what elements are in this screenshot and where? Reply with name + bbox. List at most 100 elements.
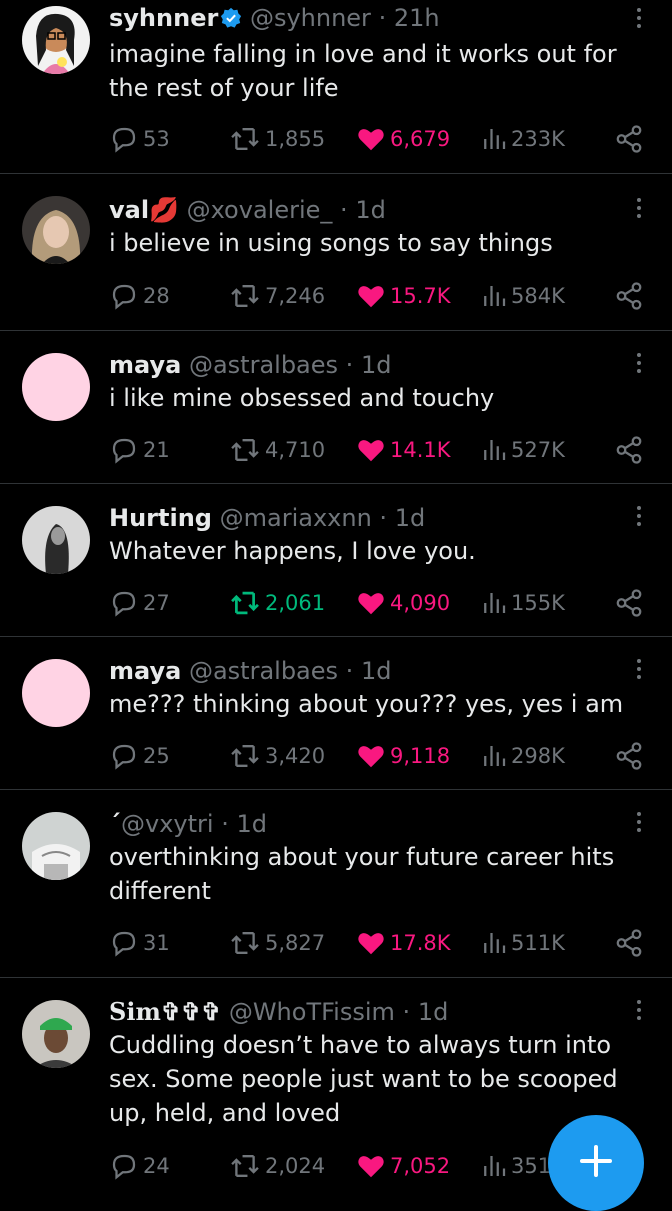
tweet-text: imagine falling in love and it works out… — [109, 40, 617, 102]
compose-button[interactable] — [548, 1115, 644, 1211]
tweet[interactable]: val💋 @xovalerie_ · 1d i believe in using… — [0, 174, 672, 331]
views-count: 233K — [511, 127, 565, 151]
like-button[interactable]: 15.7K — [356, 279, 451, 313]
repost-count: 4,710 — [265, 438, 326, 462]
share-button[interactable] — [614, 433, 644, 467]
like-count: 4,090 — [390, 591, 451, 615]
repost-button[interactable]: 7,246 — [229, 279, 325, 313]
repost-button[interactable]: 1,855 — [229, 122, 325, 156]
tweet-actions: 25 3,420 9,118 298K — [109, 739, 644, 773]
handle[interactable]: @astralbaes — [189, 351, 338, 379]
reply-icon — [109, 1151, 139, 1181]
tweet[interactable]: syhnner @syhnner · 21h imagine falling i… — [0, 0, 672, 174]
display-name[interactable]: maya — [109, 351, 181, 379]
like-button[interactable]: 7,052 — [356, 1149, 450, 1183]
repost-button[interactable]: 5,827 — [229, 926, 325, 960]
repost-button[interactable]: 2,024 — [229, 1149, 325, 1183]
tweet[interactable]: ˊ@vxytri · 1d overthinking about your fu… — [0, 790, 672, 978]
avatar[interactable] — [22, 196, 90, 264]
views-button[interactable]: 527K — [481, 433, 565, 467]
views-button[interactable]: 584K — [481, 279, 565, 313]
timestamp[interactable]: 1d — [361, 657, 392, 685]
more-icon[interactable] — [634, 1000, 644, 1020]
views-button[interactable]: 351 — [481, 1149, 551, 1183]
share-button[interactable] — [614, 122, 644, 156]
heart-icon — [356, 741, 386, 771]
more-icon[interactable] — [634, 506, 644, 526]
reply-button[interactable]: 21 — [109, 433, 170, 467]
timestamp[interactable]: 1d — [418, 998, 449, 1026]
like-button[interactable]: 4,090 — [356, 586, 450, 620]
reply-button[interactable]: 53 — [109, 122, 170, 156]
reply-button[interactable]: 28 — [109, 279, 170, 313]
timestamp[interactable]: 1d — [361, 351, 392, 379]
reply-button[interactable]: 25 — [109, 739, 170, 773]
avatar[interactable] — [22, 812, 90, 880]
views-button[interactable]: 298K — [481, 739, 565, 773]
more-icon[interactable] — [634, 659, 644, 679]
share-icon — [614, 741, 644, 771]
handle[interactable]: @xovalerie_ — [187, 196, 333, 224]
views-button[interactable]: 155K — [481, 586, 565, 620]
repost-button[interactable]: 4,710 — [229, 433, 325, 467]
timestamp[interactable]: 1d — [355, 196, 386, 224]
display-name[interactable]: maya — [109, 657, 181, 685]
avatar[interactable] — [22, 506, 90, 574]
avatar[interactable] — [22, 6, 90, 74]
like-button[interactable]: 9,118 — [356, 739, 450, 773]
reply-button[interactable]: 27 — [109, 586, 170, 620]
repost-button[interactable]: 2,061 — [229, 586, 325, 620]
like-count: 17.8K — [390, 931, 451, 955]
handle[interactable]: @astralbaes — [189, 657, 338, 685]
reply-button[interactable]: 31 — [109, 926, 170, 960]
like-button[interactable]: 14.1K — [356, 433, 451, 467]
display-name[interactable]: Sim✞✞✞ — [109, 997, 221, 1026]
share-button[interactable] — [614, 279, 644, 313]
heart-icon — [356, 1151, 386, 1181]
avatar[interactable] — [22, 353, 90, 421]
reply-count: 21 — [143, 438, 170, 462]
repost-count: 5,827 — [265, 931, 326, 955]
share-button[interactable] — [614, 586, 644, 620]
like-button[interactable]: 6,679 — [356, 122, 450, 156]
repost-button[interactable]: 3,420 — [229, 739, 325, 773]
reply-icon — [109, 124, 139, 154]
share-button[interactable] — [614, 739, 644, 773]
display-name[interactable]: val💋 — [109, 196, 179, 224]
heart-icon — [356, 435, 386, 465]
handle[interactable]: @vxytri — [121, 810, 214, 838]
share-button[interactable] — [614, 926, 644, 960]
tweet[interactable]: maya @astralbaes · 1d i like mine obsess… — [0, 331, 672, 484]
more-icon[interactable] — [634, 812, 644, 832]
views-button[interactable]: 511K — [481, 926, 565, 960]
more-icon[interactable] — [634, 353, 644, 373]
handle[interactable]: @WhoTFissim — [229, 998, 395, 1026]
more-icon[interactable] — [634, 198, 644, 218]
timestamp[interactable]: 1d — [395, 504, 426, 532]
timestamp[interactable]: 21h — [394, 4, 440, 32]
separator-dot: · — [378, 4, 387, 32]
avatar[interactable] — [22, 659, 90, 727]
views-icon — [481, 124, 507, 154]
tweet-header: syhnner @syhnner · 21h — [109, 2, 644, 37]
more-icon[interactable] — [634, 8, 644, 28]
timestamp[interactable]: 1d — [236, 810, 267, 838]
tweet-header: Sim✞✞✞ @WhoTFissim · 1d — [109, 996, 644, 1028]
handle[interactable]: @syhnner — [250, 4, 371, 32]
tweet-text: i believe in using songs to say things — [109, 229, 553, 257]
tweet-header: val💋 @xovalerie_ · 1d — [109, 194, 644, 226]
tweet[interactable]: Hurting @mariaxxnn · 1d Whatever happens… — [0, 484, 672, 637]
separator-dot: · — [345, 657, 354, 685]
reply-count: 25 — [143, 744, 170, 768]
repost-icon — [229, 1151, 261, 1181]
display-name[interactable]: ˊ — [109, 810, 121, 838]
handle[interactable]: @mariaxxnn — [220, 504, 372, 532]
display-name[interactable]: syhnner — [109, 4, 218, 32]
display-name[interactable]: Hurting — [109, 504, 212, 532]
tweet[interactable]: maya @astralbaes · 1d me??? thinking abo… — [0, 637, 672, 790]
like-count: 9,118 — [390, 744, 451, 768]
like-button[interactable]: 17.8K — [356, 926, 451, 960]
views-button[interactable]: 233K — [481, 122, 565, 156]
avatar[interactable] — [22, 1000, 90, 1068]
reply-button[interactable]: 24 — [109, 1149, 170, 1183]
